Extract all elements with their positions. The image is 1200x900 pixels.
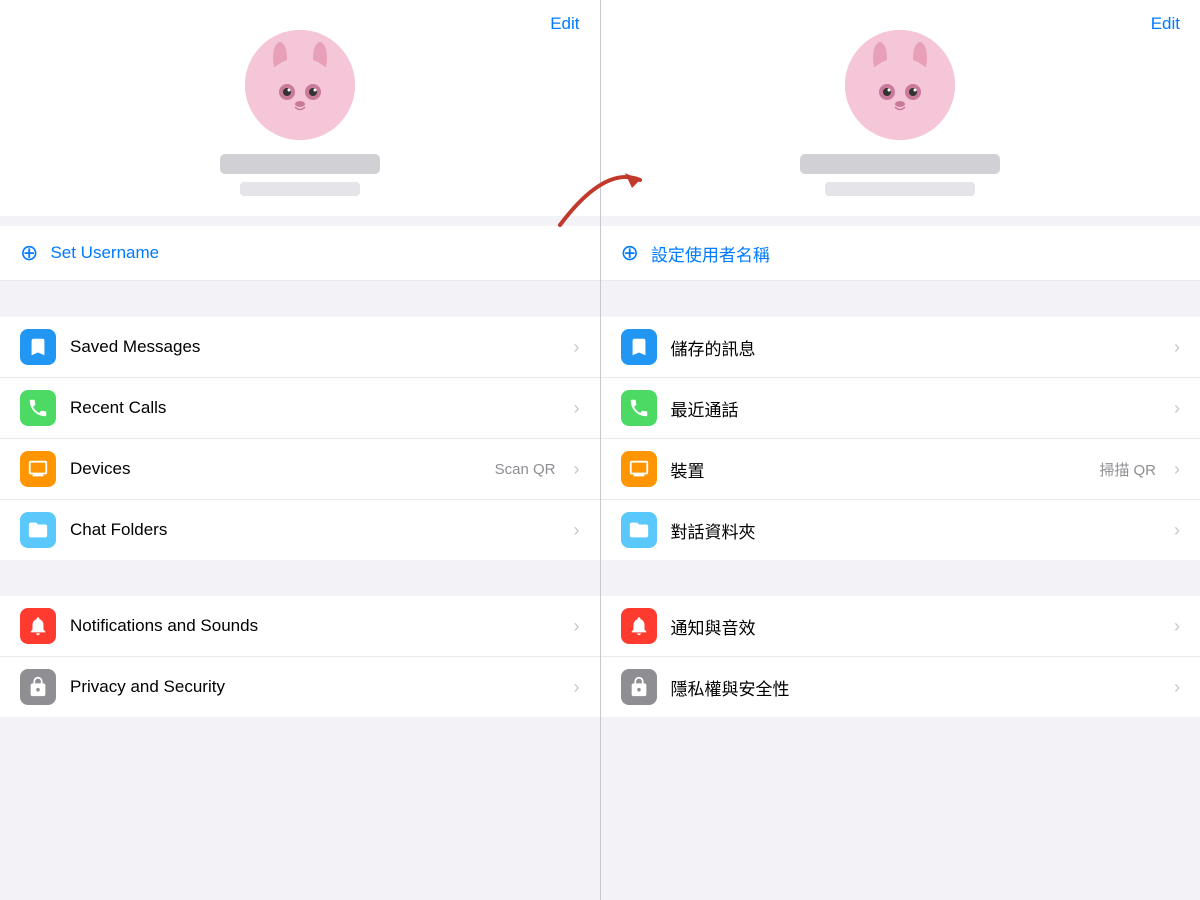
- chat-folders-icon-left: [20, 512, 56, 548]
- devices-item-left[interactable]: Devices Scan QR ›: [0, 439, 600, 500]
- chat-folders-label-right: 對話資料夾: [671, 518, 1161, 543]
- set-username-row-right[interactable]: ⊕ 設定使用者名稱: [601, 226, 1200, 281]
- saved-messages-label-right: 儲存的訊息: [671, 335, 1161, 360]
- notifications-item-right[interactable]: 通知與音效 ›: [601, 596, 1200, 657]
- name-blur-right: [800, 154, 1000, 174]
- chevron-right-sm2: ›: [1174, 398, 1180, 419]
- notifications-icon-left: [20, 608, 56, 644]
- notifications-label-left: Notifications and Sounds: [70, 616, 560, 636]
- avatar-right: [845, 30, 955, 140]
- saved-messages-icon-right: [621, 329, 657, 365]
- phone-blur-left: [240, 182, 360, 196]
- devices-icon-left: [20, 451, 56, 487]
- privacy-icon-left: [20, 669, 56, 705]
- recent-calls-label-right: 最近通話: [671, 396, 1161, 421]
- chevron-left-sm5: ›: [574, 616, 580, 637]
- devices-icon-right: [621, 451, 657, 487]
- devices-item-right[interactable]: 裝置 掃描 QR ›: [601, 439, 1200, 500]
- chat-folders-label-left: Chat Folders: [70, 520, 560, 540]
- chevron-right-sm1: ›: [1174, 337, 1180, 358]
- privacy-label-right: 隱私權與安全性: [671, 675, 1161, 700]
- recent-calls-icon-left: [20, 390, 56, 426]
- username-label-right: 設定使用者名稱: [651, 241, 770, 266]
- name-blur-left: [220, 154, 380, 174]
- devices-label-right: 裝置: [671, 457, 1086, 482]
- menu-group-1-right: 儲存的訊息 › 最近通話 › 裝置 掃描 QR ›: [601, 317, 1200, 560]
- chevron-left-sm2: ›: [574, 398, 580, 419]
- scan-qr-label-left: Scan QR: [495, 461, 556, 478]
- notifications-label-right: 通知與音效: [671, 614, 1161, 639]
- chevron-left-sm1: ›: [574, 337, 580, 358]
- privacy-icon-right: [621, 669, 657, 705]
- chat-folders-icon-right: [621, 512, 657, 548]
- notifications-item-left[interactable]: Notifications and Sounds ›: [0, 596, 600, 657]
- privacy-item-right[interactable]: 隱私權與安全性 ›: [601, 657, 1200, 717]
- recent-calls-item-right[interactable]: 最近通話 ›: [601, 378, 1200, 439]
- scan-qr-label-right: 掃描 QR: [1099, 459, 1156, 480]
- edit-button-right[interactable]: Edit: [1151, 14, 1180, 34]
- right-panel: Edit: [601, 0, 1200, 900]
- chevron-right-sm5: ›: [1174, 616, 1180, 637]
- chat-folders-item-left[interactable]: Chat Folders ›: [0, 500, 600, 560]
- menu-group-2-left: Notifications and Sounds › Privacy and S…: [0, 596, 600, 717]
- avatar-left: [245, 30, 355, 140]
- chevron-left-sm3: ›: [574, 459, 580, 480]
- chevron-right-sm4: ›: [1174, 520, 1180, 541]
- chevron-left-sm4: ›: [574, 520, 580, 541]
- left-panel: Edit: [0, 0, 600, 900]
- recent-calls-icon-right: [621, 390, 657, 426]
- recent-calls-item-left[interactable]: Recent Calls ›: [0, 378, 600, 439]
- devices-label-left: Devices: [70, 459, 481, 479]
- menu-group-2-right: 通知與音效 › 隱私權與安全性 ›: [601, 596, 1200, 717]
- saved-messages-item-right[interactable]: 儲存的訊息 ›: [601, 317, 1200, 378]
- phone-blur-right: [825, 182, 975, 196]
- menu-group-1-left: Saved Messages › Recent Calls › Devices …: [0, 317, 600, 560]
- privacy-item-left[interactable]: Privacy and Security ›: [0, 657, 600, 717]
- username-icon-left: ⊕: [20, 240, 38, 266]
- notifications-icon-right: [621, 608, 657, 644]
- chevron-right-sm6: ›: [1174, 677, 1180, 698]
- set-username-row-left[interactable]: ⊕ Set Username: [0, 226, 600, 281]
- edit-button-left[interactable]: Edit: [550, 14, 579, 34]
- chat-folders-item-right[interactable]: 對話資料夾 ›: [601, 500, 1200, 560]
- chevron-left-sm6: ›: [574, 677, 580, 698]
- saved-messages-icon-left: [20, 329, 56, 365]
- saved-messages-item-left[interactable]: Saved Messages ›: [0, 317, 600, 378]
- privacy-label-left: Privacy and Security: [70, 677, 560, 697]
- username-icon-right: ⊕: [621, 240, 639, 266]
- recent-calls-label-left: Recent Calls: [70, 398, 560, 418]
- username-label-left: Set Username: [50, 243, 159, 263]
- chevron-right-sm3: ›: [1174, 459, 1180, 480]
- saved-messages-label-left: Saved Messages: [70, 337, 560, 357]
